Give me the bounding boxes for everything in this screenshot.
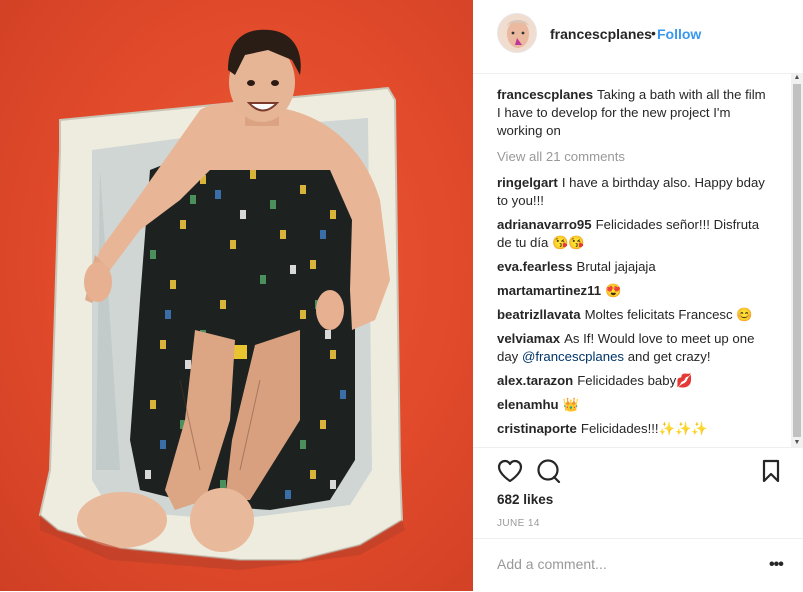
post-date[interactable]: JUNE 14	[497, 518, 540, 529]
avatar[interactable]	[497, 13, 537, 53]
scroll-down-arrow-icon[interactable]: ▼	[793, 439, 801, 447]
comment-text: Moltes felicitats Francesc 😊	[584, 307, 753, 322]
comments-list[interactable]: francescplanes Taking a bath with all the…	[473, 74, 793, 447]
likes-count[interactable]: 682 likes	[497, 492, 553, 507]
list-item: beatrizllavata Moltes felicitats Francesc…	[497, 306, 772, 324]
comment-username[interactable]: velviamax	[497, 331, 560, 346]
list-item: martamartinez11 😍	[497, 282, 772, 300]
comment-text: Brutal jajajaja	[576, 259, 656, 274]
comment-username[interactable]: alex.tarazon	[497, 373, 573, 388]
more-options-icon[interactable]: •••	[769, 556, 784, 574]
comment-username[interactable]: eva.fearless	[497, 259, 573, 274]
header-username[interactable]: francescplanes	[550, 26, 652, 42]
comment-input[interactable]	[497, 556, 747, 572]
post-header: francescplanes • Follow	[473, 0, 803, 74]
post-photo[interactable]	[0, 0, 473, 591]
add-comment-bar: •••	[473, 538, 803, 592]
list-item: alex.tarazon Felicidades baby💋	[497, 372, 772, 390]
list-item: eva.fearless Brutal jajajaja	[497, 258, 772, 276]
comment-text: Felicidades!!!✨✨✨	[580, 421, 708, 436]
list-item: adrianavarro95 Felicidades señor!!! Disfr…	[497, 216, 772, 252]
comments-scrollbar[interactable]: ▲ ▼	[791, 74, 803, 447]
list-item: cristinaporte Felicidades!!!✨✨✨	[497, 420, 772, 438]
list-item: velviamax As If! Would love to meet up on…	[497, 330, 772, 366]
comment-text: 😍	[605, 283, 622, 298]
comment-text: and get crazy!	[624, 349, 711, 364]
comment-username[interactable]: ringelgart	[497, 175, 558, 190]
comment-bubble-icon[interactable]	[536, 459, 562, 488]
post-side-panel: francescplanes • Follow francescplanes Ta…	[473, 0, 803, 591]
caption-username[interactable]: francescplanes	[497, 87, 593, 102]
avatar-image	[498, 14, 536, 52]
bookmark-icon[interactable]	[761, 459, 781, 488]
comment-username[interactable]: adrianavarro95	[497, 217, 592, 232]
comment-text: Felicidades baby💋	[577, 373, 693, 388]
post-caption: francescplanes Taking a bath with all the…	[497, 86, 772, 140]
photo-illustration	[38, 29, 405, 570]
scrollbar-thumb[interactable]	[793, 84, 801, 437]
comment-username[interactable]: beatrizllavata	[497, 307, 581, 322]
comment-username[interactable]: martamartinez11	[497, 283, 601, 298]
scroll-up-arrow-icon[interactable]: ▲	[793, 74, 801, 82]
list-item: elenamhu 👑	[497, 396, 772, 414]
follow-button[interactable]: Follow	[657, 26, 701, 42]
comment-username[interactable]: elenamhu	[497, 397, 559, 412]
comment-text: 👑	[562, 397, 579, 412]
comment-mention-link[interactable]: @francescplanes	[522, 349, 624, 364]
comment-username[interactable]: cristinaporte	[497, 421, 577, 436]
heart-icon[interactable]	[497, 459, 523, 488]
header-separator: •	[651, 25, 656, 41]
list-item: ringelgart I have a birthday also. Happy …	[497, 174, 772, 210]
view-all-comments-link[interactable]: View all 21 comments	[497, 149, 625, 164]
post-actions-bar	[473, 447, 803, 488]
